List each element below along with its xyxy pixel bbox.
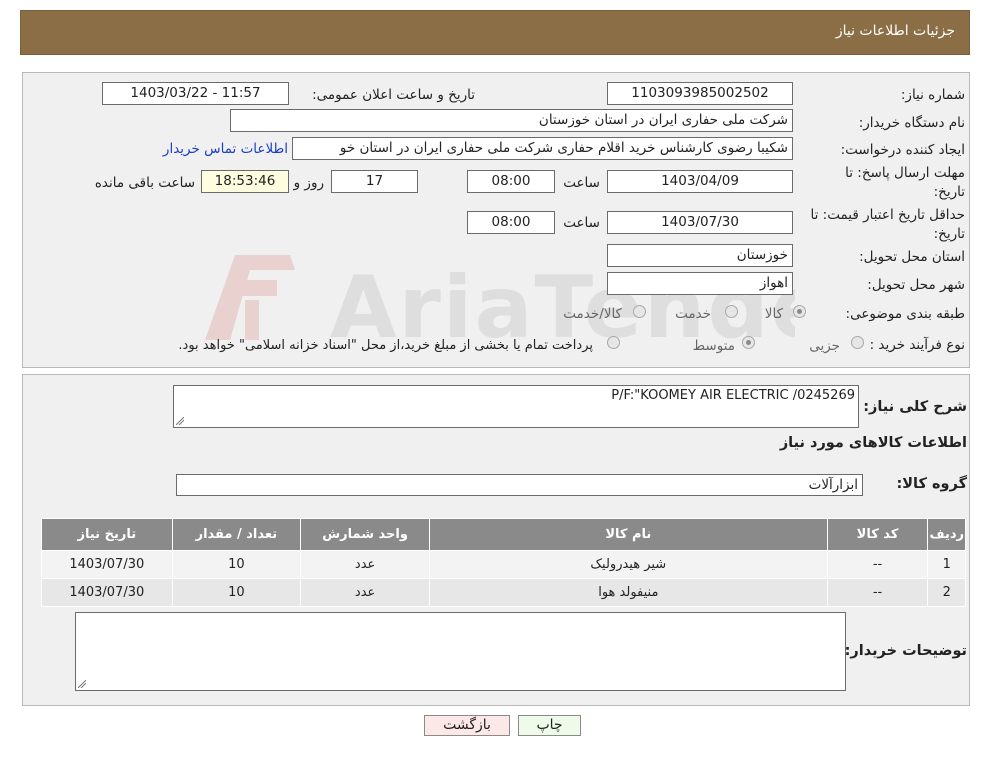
announce-field: 1403/03/22 - 11:57 <box>102 82 289 105</box>
days-field: 17 <box>331 170 418 193</box>
cell-item-name: منیفولد هوا <box>429 578 828 607</box>
cell-row-number: 1 <box>927 550 966 579</box>
summary-label: شرح کلی نیاز: <box>863 399 967 415</box>
remaining-time-field: 18:53:46 <box>201 170 289 193</box>
province-field: خوزستان <box>607 244 793 267</box>
deadline-label: مهلت ارسال پاسخ: تا تاریخ: <box>845 165 965 200</box>
creator-field: شکیبا رضوی کارشناس خرید اقلام حفاری شرکت… <box>292 137 793 160</box>
table-row: 2 -- منیفولد هوا عدد 10 1403/07/30 <box>41 578 966 607</box>
process-note: پرداخت تمام یا بخشی از مبلغ خرید،از محل … <box>178 338 593 353</box>
col-item-name: نام کالا <box>429 518 828 551</box>
category-radio-goods[interactable] <box>793 305 806 318</box>
category-option-both: کالا/خدمت <box>563 306 622 322</box>
cell-unit: عدد <box>300 550 431 579</box>
cell-item-code: -- <box>826 578 929 607</box>
items-heading: اطلاعات کالاهای مورد نیاز <box>779 435 967 451</box>
col-need-date: تاریخ نیاز <box>41 518 173 551</box>
process-option-medium: متوسط <box>692 338 735 354</box>
summary-text: P/F:"KOOMEY AIR ELECTRIC /0245269 <box>611 388 855 403</box>
buyer-org-field: شرکت ملی حفاری ایران در استان خوزستان <box>230 109 793 132</box>
process-label: نوع فرآیند خرید : <box>869 337 965 353</box>
col-item-code: کد کالا <box>826 518 929 551</box>
col-row-number: ردیف <box>927 518 966 551</box>
process-option-minor: جزیی <box>809 338 840 354</box>
cell-need-date: 1403/07/30 <box>41 578 173 607</box>
cell-item-code: -- <box>826 550 929 579</box>
summary-textarea[interactable]: P/F:"KOOMEY AIR ELECTRIC /0245269 <box>173 385 859 428</box>
need-number-field: 1103093985002502 <box>607 82 793 105</box>
need-number-label: شماره نیاز: <box>900 87 965 103</box>
buyer-org-label: نام دستگاه خریدار: <box>858 115 965 131</box>
group-label: گروه کالا: <box>896 476 967 492</box>
page-header: جزئیات اطلاعات نیاز <box>20 10 970 55</box>
category-label: طبقه بندی موضوعی: <box>845 306 965 322</box>
deadline-time-label: ساعت <box>563 175 600 191</box>
table-row: 1 -- شیر هیدرولیک عدد 10 1403/07/30 <box>41 550 966 579</box>
process-radio-minor[interactable] <box>851 336 864 349</box>
items-table: ردیف کد کالا نام کالا واحد شمارش تعداد /… <box>41 518 966 607</box>
cell-quantity: 10 <box>171 550 302 579</box>
deadline-time-field: 08:00 <box>467 170 555 193</box>
category-radio-both[interactable] <box>633 305 646 318</box>
resize-grip-icon[interactable] <box>78 680 86 688</box>
process-radio-medium[interactable] <box>742 336 755 349</box>
print-button[interactable]: چاپ <box>518 715 581 736</box>
col-unit: واحد شمارش <box>300 518 431 551</box>
cell-row-number: 2 <box>927 578 966 607</box>
remaining-label: ساعت باقی مانده <box>94 175 195 191</box>
table-header-row: ردیف کد کالا نام کالا واحد شمارش تعداد /… <box>41 518 966 551</box>
validity-time-label: ساعت <box>563 215 600 231</box>
page-title: جزئیات اطلاعات نیاز <box>835 23 955 39</box>
deadline-date-field: 1403/04/09 <box>607 170 793 193</box>
province-label: استان محل تحویل: <box>859 249 965 265</box>
days-label: روز و <box>293 175 324 191</box>
city-label: شهر محل تحویل: <box>867 277 965 293</box>
back-button[interactable]: بازگشت <box>424 715 510 736</box>
process-radio-treasury[interactable] <box>607 336 620 349</box>
city-field: اهواز <box>607 272 793 295</box>
creator-label: ایجاد کننده درخواست: <box>840 142 965 158</box>
buyer-notes-textarea[interactable] <box>75 612 846 691</box>
group-field: ابزارآلات <box>176 474 863 496</box>
validity-date-field: 1403/07/30 <box>607 211 793 234</box>
buyer-contact-link[interactable]: اطلاعات تماس خریدار <box>163 141 288 157</box>
resize-grip-icon[interactable] <box>176 417 184 425</box>
col-quantity: تعداد / مقدار <box>171 518 302 551</box>
cell-unit: عدد <box>300 578 431 607</box>
validity-label: حداقل تاریخ اعتبار قیمت: تا تاریخ: <box>810 207 965 242</box>
buyer-notes-label: توضیحات خریدار: <box>844 643 967 659</box>
category-option-service: خدمت <box>675 306 711 322</box>
category-option-goods: کالا <box>764 306 783 322</box>
validity-time-field: 08:00 <box>467 211 555 234</box>
category-radio-service[interactable] <box>725 305 738 318</box>
cell-item-name: شیر هیدرولیک <box>429 550 828 579</box>
cell-quantity: 10 <box>171 578 302 607</box>
cell-need-date: 1403/07/30 <box>41 550 173 579</box>
announce-label: تاریخ و ساعت اعلان عمومی: <box>312 87 475 103</box>
